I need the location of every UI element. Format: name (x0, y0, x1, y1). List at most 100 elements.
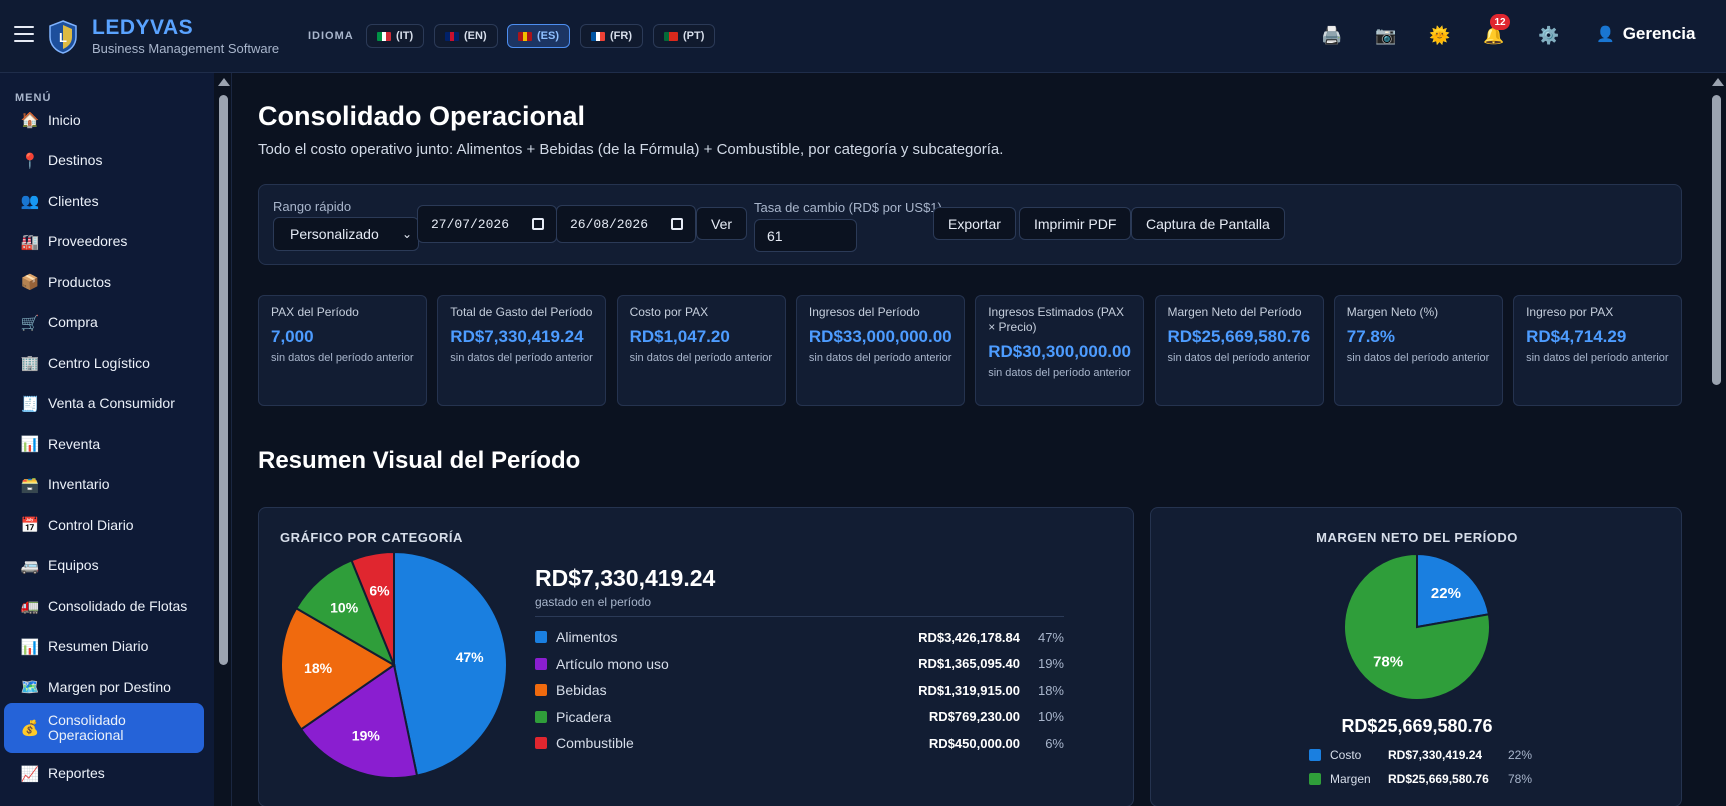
sidebar-item-clientes[interactable]: 👥 Clientes (4, 183, 204, 219)
sidebar-item-inventario[interactable]: 🗃️ Inventario (4, 467, 204, 503)
sidebar-item-margen-por-destino[interactable]: 🗺️ Margen por Destino (4, 669, 204, 705)
calendar-icon[interactable] (532, 218, 544, 230)
date-to-input[interactable]: 26/08/2026 (556, 205, 696, 243)
filter-bar: Rango rápido Personalizado ⌄ 27/07/2026 … (258, 184, 1682, 265)
sidebar-item-icon: 🗃️ (20, 476, 40, 494)
legend-swatch (1309, 773, 1321, 785)
range-select[interactable]: Personalizado ⌄ (273, 217, 419, 251)
export-button[interactable]: Exportar (933, 207, 1016, 240)
legend-percent: 19% (1037, 656, 1064, 671)
kpi-value: 77.8% (1346, 327, 1395, 346)
sidebar-item-venta-a-consumidor[interactable]: 🧾 Venta a Consumidor (4, 386, 204, 422)
sidebar-item-resumen-diario[interactable]: 📊 Resumen Diario (4, 629, 204, 665)
sidebar-item-label: Inicio (48, 111, 81, 128)
kpi-card: Margen Neto del Período RD$25,669,580.76 s… (1154, 295, 1324, 406)
sidebar-item-equipos[interactable]: 🚐 Equipos (4, 548, 204, 584)
view-button[interactable]: Ver (696, 207, 748, 240)
legend-name: Picadera (556, 708, 612, 725)
sidebar-item-label: Control Diario (48, 516, 134, 533)
sidebar-item-reportes[interactable]: 📈 Reportes (4, 756, 204, 792)
kpi-label: Ingresos del Período (808, 305, 920, 319)
language-button-pt[interactable]: (PT) (653, 24, 716, 48)
legend-percent: 22% (1507, 748, 1532, 762)
kpi-note: sin datos del período anterior (1346, 352, 1490, 364)
language-button-fr[interactable]: (FR) (580, 24, 643, 48)
legend-swatch (1309, 749, 1321, 761)
print-pdf-button[interactable]: Imprimir PDF (1019, 207, 1132, 240)
page-scrollbar[interactable] (1708, 73, 1726, 806)
print-icon[interactable]: 🖨️ (1320, 24, 1344, 48)
legend-value: RD$7,330,419.24 (1388, 748, 1483, 762)
legend-swatch (535, 684, 547, 696)
sidebar-item-centro-log-stico[interactable]: 🏢 Centro Logístico (4, 345, 204, 381)
exchange-rate-input[interactable]: 61 (754, 219, 857, 252)
sidebar-item-icon: 🚐 (20, 557, 40, 575)
sidebar-item-icon: 🗺️ (20, 679, 40, 696)
rate-label: Tasa de cambio (RD$ por US$1) (754, 200, 942, 215)
sidebar-item-productos[interactable]: 📦 Productos (4, 264, 204, 300)
sidebar-item-label: Venta a Consumidor (48, 395, 175, 411)
scrollbar-thumb[interactable] (219, 95, 228, 665)
divider (535, 616, 1064, 617)
flag-it-icon (377, 31, 391, 41)
kpi-value: RD$4,714.29 (1526, 327, 1627, 346)
kpi-card: Total de Gasto del Período RD$7,330,419.2… (437, 295, 607, 406)
sidebar-scrollbar[interactable] (214, 73, 232, 806)
date-to-value: 26/08/2026 (570, 216, 649, 232)
sidebar-item-label: Margen por Destino (48, 678, 171, 695)
legend-row: Combustible RD$450,000.00 6% (535, 733, 1064, 753)
category-total-caption: gastado en el período (535, 595, 652, 609)
sidebar-item-control-diario[interactable]: 📅 Control Diario (4, 507, 204, 543)
legend-row: Bebidas RD$1,319,915.00 18% (535, 680, 1064, 700)
language-button-gb[interactable]: (EN) (434, 24, 498, 48)
sidebar-item-compra[interactable]: 🛒 Compra (4, 305, 204, 341)
user-name: Gerencia (1622, 24, 1696, 43)
kpi-card: Ingresos Estimados (PAX × Precio) RD$30,3… (975, 295, 1145, 406)
screenshot-button[interactable]: Captura de Pantalla (1131, 207, 1285, 240)
camera-icon[interactable]: 📷 (1374, 24, 1398, 48)
date-from-value: 27/07/2026 (431, 216, 510, 232)
margin-pie-chart: 22% 78% (1343, 552, 1491, 701)
kpi-card: PAX del Período 7,000 sin datos del períod… (258, 295, 427, 406)
kpi-note: sin datos del período anterior (1526, 352, 1669, 364)
sidebar-item-reventa[interactable]: 📊 Reventa (4, 426, 204, 462)
sidebar-item-destinos[interactable]: 📍 Destinos (4, 143, 204, 179)
hamburger-menu-icon[interactable] (14, 26, 34, 44)
legend-percent: 18% (1037, 682, 1064, 698)
range-select-value: Personalizado (290, 226, 379, 242)
sidebar-item-consolidado-operacional[interactable]: 💰 Consolidado Operacional (4, 702, 204, 753)
sidebar-item-consolidado-de-flotas[interactable]: 🚛 Consolidado de Flotas (4, 588, 204, 624)
sidebar-item-inicio[interactable]: 🏠 Inicio (4, 102, 204, 138)
language-code: (FR) (610, 30, 632, 42)
pie-slice-label: 47% (456, 649, 485, 665)
language-label: IDIOMA (308, 30, 354, 42)
date-from-input[interactable]: 27/07/2026 (417, 205, 557, 243)
kpi-label: Margen Neto (%) (1346, 305, 1439, 319)
legend-value: RD$25,669,580.76 (1388, 772, 1489, 786)
section-title: Resumen Visual del Período (258, 447, 581, 474)
sidebar-item-icon: 🏢 (20, 355, 40, 372)
scrollbar-thumb[interactable] (1712, 95, 1721, 385)
legend-row: Artículo mono uso RD$1,365,095.40 19% (535, 654, 1064, 674)
sidebar-item-label: Destinos (48, 152, 103, 168)
sun-icon[interactable]: 🌞 (1428, 24, 1452, 48)
sidebar-item-icon: 🧾 (20, 395, 40, 413)
legend-value: RD$450,000.00 (928, 735, 1020, 751)
flag-pt-icon (664, 31, 678, 41)
sidebar-item-icon: 📦 (20, 274, 40, 291)
sidebar-item-icon: 🛒 (20, 314, 40, 332)
sidebar-item-label: Inventario (48, 476, 110, 492)
calendar-icon[interactable] (671, 218, 683, 230)
language-button-it[interactable]: (IT) (366, 24, 425, 48)
category-chart-title: GRÁFICO POR CATEGORÍA (280, 530, 463, 545)
scroll-up-icon[interactable] (1712, 78, 1724, 86)
flag-es-icon (518, 31, 532, 41)
gear-icon[interactable]: ⚙️ (1537, 24, 1561, 48)
kpi-note: sin datos del período anterior (271, 352, 414, 364)
category-pie-chart: 47% 19% 18% 10% 6% (280, 550, 508, 779)
user-menu[interactable]: 👤 Gerencia (1596, 24, 1695, 44)
language-button-es[interactable]: (ES) (507, 24, 570, 48)
scroll-up-icon[interactable] (218, 78, 230, 86)
sidebar-item-proveedores[interactable]: 🏭 Proveedores (4, 224, 204, 260)
kpi-label: Margen Neto del Período (1167, 305, 1302, 319)
